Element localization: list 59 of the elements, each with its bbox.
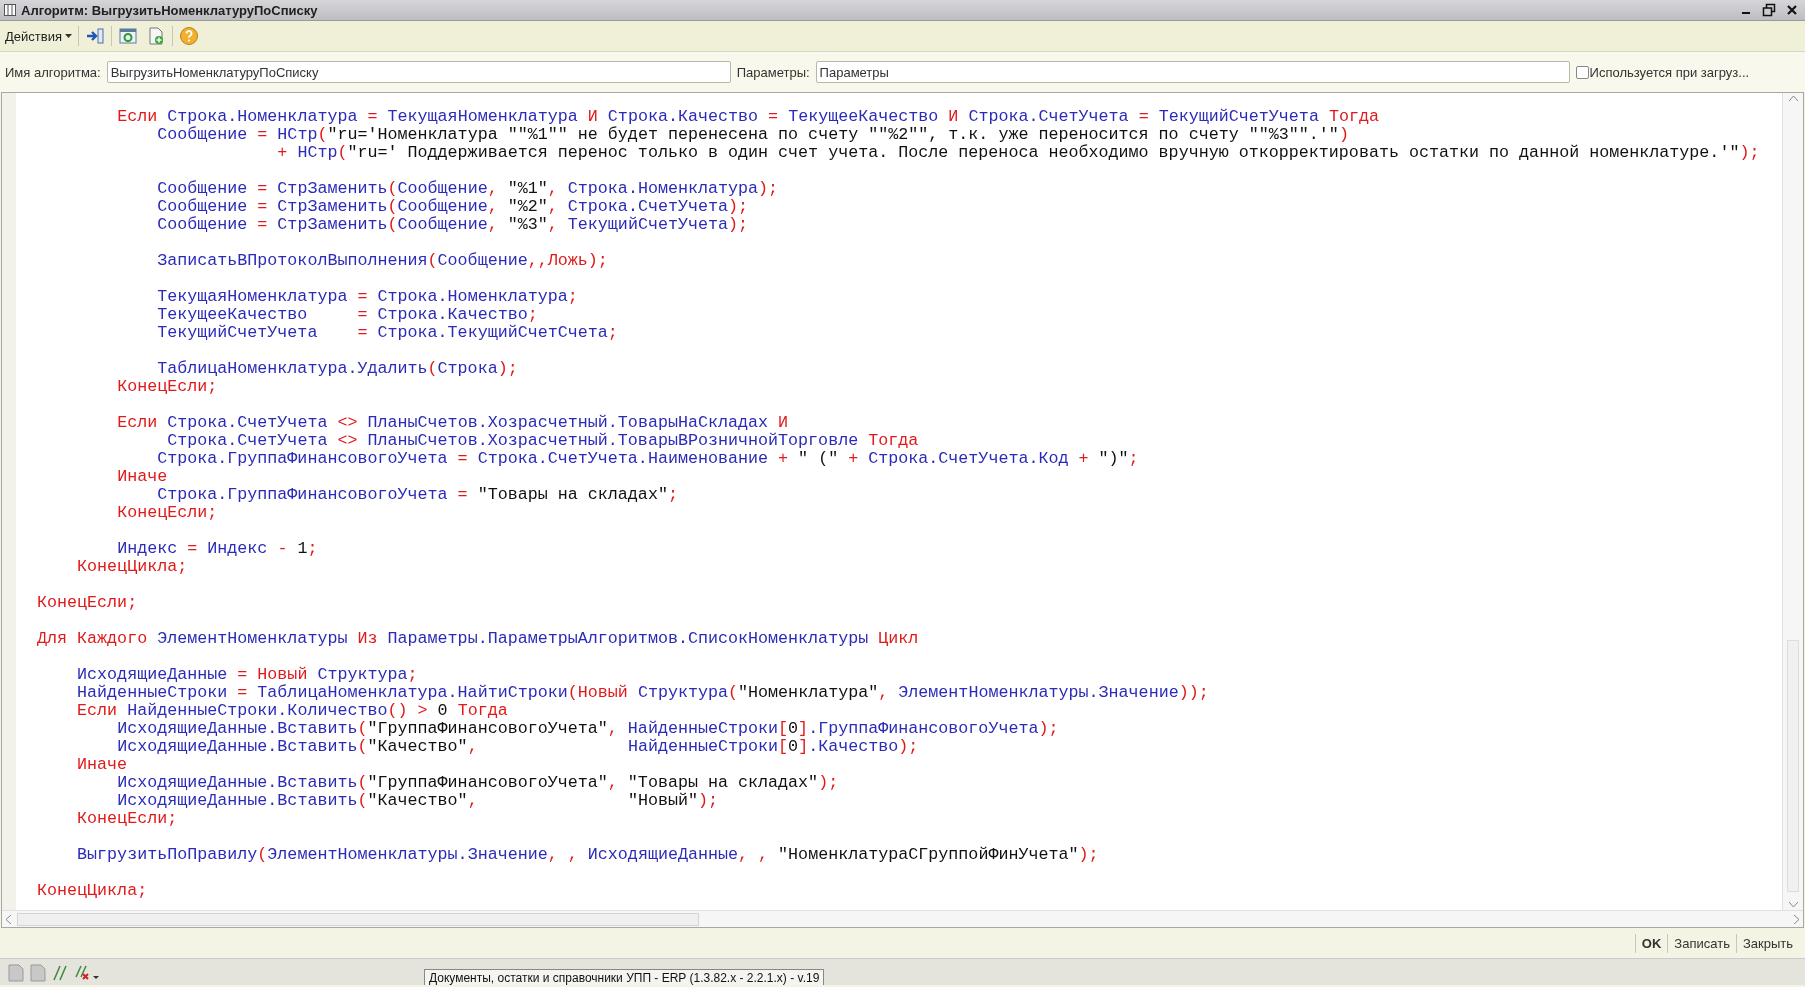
code-line: КонецЦикла;: [76, 558, 188, 576]
code-line: ТекущееКачество = Строка.Качество;: [156, 306, 538, 324]
code-line: ИсходящиеДанные.Вставить("Качество", НайденныеСтроки[0].Качество);: [116, 738, 919, 756]
code-line: Сообщение = СтрЗаменить(Сообщение, "%1", Строка.Номенклатура);: [156, 180, 779, 198]
code-line: Иначе: [116, 468, 168, 486]
code-line: ТаблицаНоменклатура.Удалить(Строка);: [156, 360, 518, 378]
code-line: НайденныеСтроки = ТаблицаНоменклатура.НайтиСтроки(Новый Структура("Номенклатура", ЭлементНоменклатуры.Значение));: [76, 684, 1209, 702]
code-line: КонецЕсли;: [116, 378, 218, 396]
code-line: ЗаписатьВПротоколВыполнения(Сообщение,,Ложь);: [156, 252, 608, 270]
scroll-down-icon[interactable]: [1788, 902, 1798, 907]
code-line: ИсходящиеДанные.Вставить("ГруппаФинансовогоУчета", "Товары на складах");: [116, 774, 839, 792]
code-line: ИсходящиеДанные.Вставить("Качество", "Новый");: [116, 792, 718, 810]
uncomment-icon[interactable]: [74, 965, 100, 981]
restore-icon[interactable]: [1762, 3, 1776, 17]
code-line: КонецЕсли;: [116, 504, 218, 522]
tooltip: Документы, остатки и справочники УПП - ERP (1.3.82.x - 2.2.1.x) - v.19: [424, 969, 825, 985]
field-label: Имя алгоритма:: [5, 64, 101, 80]
code-line: ТекущийСчетУчета = Строка.ТекущийСчетСчета;: [156, 324, 618, 342]
checkbox[interactable]: [1575, 65, 1589, 79]
code-line: Сообщение = СтрЗаменить(Сообщение, "%3", ТекущийСчетУчета);: [156, 216, 749, 234]
name-field[interactable]: ВыгрузитьНоменклатуруПоСписку: [106, 61, 731, 83]
code-line: КонецЕсли;: [76, 810, 178, 828]
form-icon: [4, 4, 16, 16]
scroll-right-icon[interactable]: [1794, 914, 1799, 924]
code-line: + НСтр("ru=' Поддерживается перенос только в один счет учета. После переноса необходимо вручную откорректировать остатки по данной номенклатуре.'");: [276, 144, 1760, 162]
field-label: Параметры:: [736, 64, 810, 80]
code-line: ТекущаяНоменклатура = Строка.Номенклатура;: [156, 288, 578, 306]
close-icon[interactable]: [1786, 4, 1798, 16]
scrollbar-thumb[interactable]: [17, 912, 699, 926]
code-line: Если Строка.Номенклатура = ТекущаяНоменклатура И Строка.Качество = ТекущееКачество И Строка.СчетУчета = ТекущийСчетУчета Тогда: [116, 108, 1379, 126]
actions-menu[interactable]: Действия: [3, 24, 74, 48]
code-line: ВыгрузитьПоПравилу(ЭлементНоменклатуры.Значение, , ИсходящиеДанные, , "НоменклатураСГруппойФинУчета");: [76, 846, 1099, 864]
code-line: Сообщение = СтрЗаменить(Сообщение, "%2", Строка.СчетУчета);: [156, 198, 749, 216]
comment-icon[interactable]: [52, 965, 68, 981]
code-line: КонецЕсли;: [37, 594, 138, 612]
code-line: Иначе: [76, 756, 128, 774]
code-line: Строка.ГруппаФинансовогоУчета = "Товары на складах";: [156, 486, 678, 504]
code-line: ИсходящиеДанные.Вставить("ГруппаФинансовогоУчета", НайденныеСтроки[0].ГруппаФинансовогоУчета);: [116, 720, 1059, 738]
document-icon[interactable]: [30, 964, 46, 982]
code-line: Строка.ГруппаФинансовогоУчета = Строка.СчетУчета.Наименование + " (" + Строка.СчетУчета.Код + ")";: [156, 450, 1139, 468]
document-icon[interactable]: [8, 964, 24, 982]
dialog-button[interactable]: OK: [1634, 933, 1668, 953]
params-field[interactable]: Параметры: [815, 61, 1570, 83]
window-title: Алгоритм: ВыгрузитьНоменклатуруПоСписку: [21, 2, 319, 18]
code-line: Сообщение = НСтр("ru='Номенклатура ""%1"" не будет перенесена по счету ""%2"", т.к. уже переносится по счету ""%3"".'"): [156, 126, 1349, 144]
scrollbar-thumb[interactable]: [1787, 640, 1799, 892]
code-line: КонецЦикла;: [37, 882, 148, 900]
dialog-button[interactable]: Закрыть: [1735, 933, 1799, 953]
dialog-button[interactable]: Записать: [1667, 933, 1736, 953]
code-line: Строка.СчетУчета <> ПланыСчетов.Хозрасчетный.ТоварыВРозничнойТорговле Тогда: [166, 432, 919, 450]
code-line: ИсходящиеДанные = Новый Структура;: [76, 666, 418, 684]
caret-icon: [64, 34, 72, 38]
code-line: Индекс = Индекс - 1;: [116, 540, 318, 558]
code-line: Если Строка.СчетУчета <> ПланыСчетов.Хозрасчетный.ТоварыНаСкладах И: [116, 414, 789, 432]
scroll-up-icon[interactable]: [1788, 96, 1798, 101]
scroll-left-icon[interactable]: [6, 914, 11, 924]
code-line: Если НайденныеСтроки.Количество() > 0 Тогда: [76, 702, 508, 720]
checkbox-label: Используется при загруз...: [1589, 64, 1750, 80]
code-line: Для Каждого ЭлементНоменклатуры Из Параметры.ПараметрыАлгоритмов.СписокНоменклатуры Цикл: [37, 630, 919, 648]
